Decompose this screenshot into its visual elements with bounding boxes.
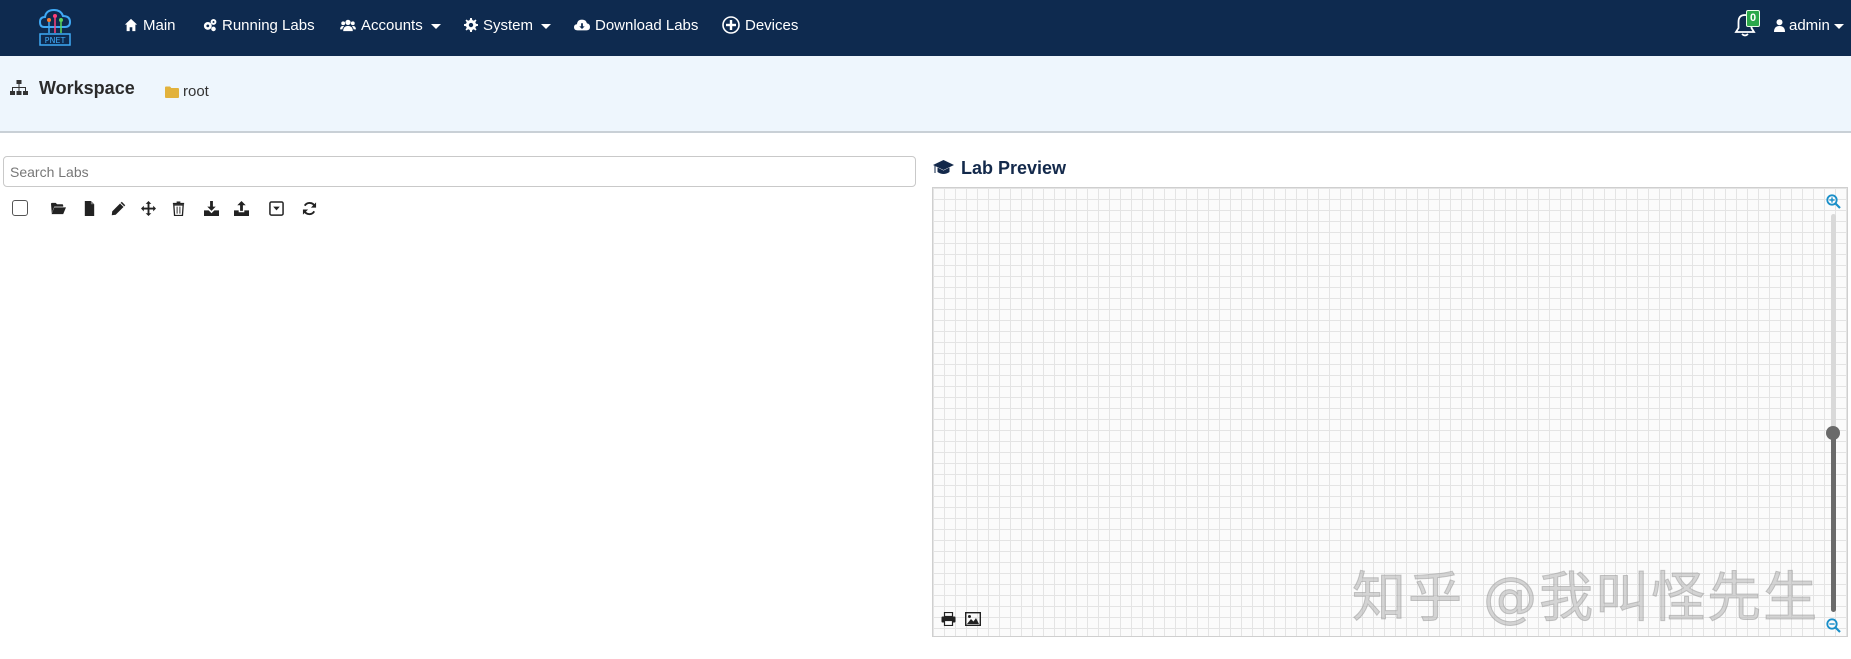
lab-preview-title: Lab Preview bbox=[961, 158, 1067, 178]
notification-count-badge: 0 bbox=[1746, 10, 1760, 27]
page-title: Workspace bbox=[39, 78, 135, 98]
move-icon[interactable] bbox=[141, 201, 156, 216]
download-icon[interactable] bbox=[204, 201, 219, 216]
nav-main[interactable]: Main bbox=[124, 0, 176, 50]
nav-download-labs-label: Download Labs bbox=[595, 16, 699, 34]
nav-system-label: System bbox=[483, 16, 534, 34]
zoom-slider-track[interactable] bbox=[1831, 214, 1836, 612]
pencil-icon[interactable] bbox=[111, 201, 126, 216]
search-labs-input[interactable] bbox=[3, 156, 916, 187]
zoom-slider-handle[interactable] bbox=[1826, 426, 1840, 440]
logo-brand-text: PNET bbox=[45, 36, 66, 45]
print-icon[interactable] bbox=[941, 611, 956, 627]
nav-accounts[interactable]: Accounts bbox=[340, 0, 441, 50]
pnet-logo[interactable]: PNET bbox=[34, 5, 76, 47]
select-all-checkbox[interactable] bbox=[12, 200, 28, 216]
nav-accounts-label: Accounts bbox=[361, 16, 423, 34]
refresh-icon[interactable] bbox=[302, 201, 317, 216]
nav-running-labs[interactable]: Running Labs bbox=[203, 0, 315, 50]
zoom-in-icon[interactable] bbox=[1826, 194, 1841, 209]
breadcrumb-root-label: root bbox=[183, 83, 209, 100]
nav-main-label: Main bbox=[143, 16, 176, 34]
user-icon bbox=[1774, 18, 1785, 32]
nav-running-labs-label: Running Labs bbox=[222, 16, 315, 34]
graduation-cap-icon bbox=[933, 160, 954, 177]
user-menu[interactable]: admin bbox=[1774, 0, 1844, 50]
nav-devices-label: Devices bbox=[745, 16, 799, 34]
nav-system[interactable]: System bbox=[464, 0, 552, 50]
nav-devices[interactable]: Devices bbox=[722, 0, 798, 50]
trash-icon[interactable] bbox=[171, 201, 186, 217]
chevron-down-icon bbox=[1833, 23, 1844, 29]
archive-icon[interactable] bbox=[269, 201, 284, 216]
lab-preview-canvas[interactable] bbox=[932, 187, 1848, 637]
cloud-download-icon bbox=[574, 19, 590, 31]
sitemap-icon bbox=[10, 80, 28, 96]
nav-download-labs[interactable]: Download Labs bbox=[574, 0, 698, 50]
top-navbar: PNET Main Running Labs Accounts System D… bbox=[0, 0, 1851, 56]
folder-open-icon[interactable] bbox=[51, 201, 66, 216]
users-icon bbox=[340, 19, 356, 32]
upload-icon[interactable] bbox=[234, 201, 249, 216]
new-file-icon[interactable] bbox=[82, 201, 97, 216]
folder-icon bbox=[165, 86, 179, 98]
workspace-header: Workspace root bbox=[0, 56, 1851, 133]
gears-icon bbox=[203, 19, 217, 32]
breadcrumb-root[interactable]: root bbox=[165, 83, 209, 100]
chevron-down-icon bbox=[541, 23, 552, 29]
user-name: admin bbox=[1789, 16, 1830, 34]
zoom-slider-fill bbox=[1831, 433, 1836, 612]
gear-icon bbox=[464, 18, 478, 32]
zoom-out-icon[interactable] bbox=[1826, 618, 1841, 633]
plus-circle-icon bbox=[722, 16, 740, 34]
chevron-down-icon bbox=[430, 23, 441, 29]
home-icon bbox=[124, 18, 138, 32]
export-image-icon[interactable] bbox=[964, 611, 982, 627]
